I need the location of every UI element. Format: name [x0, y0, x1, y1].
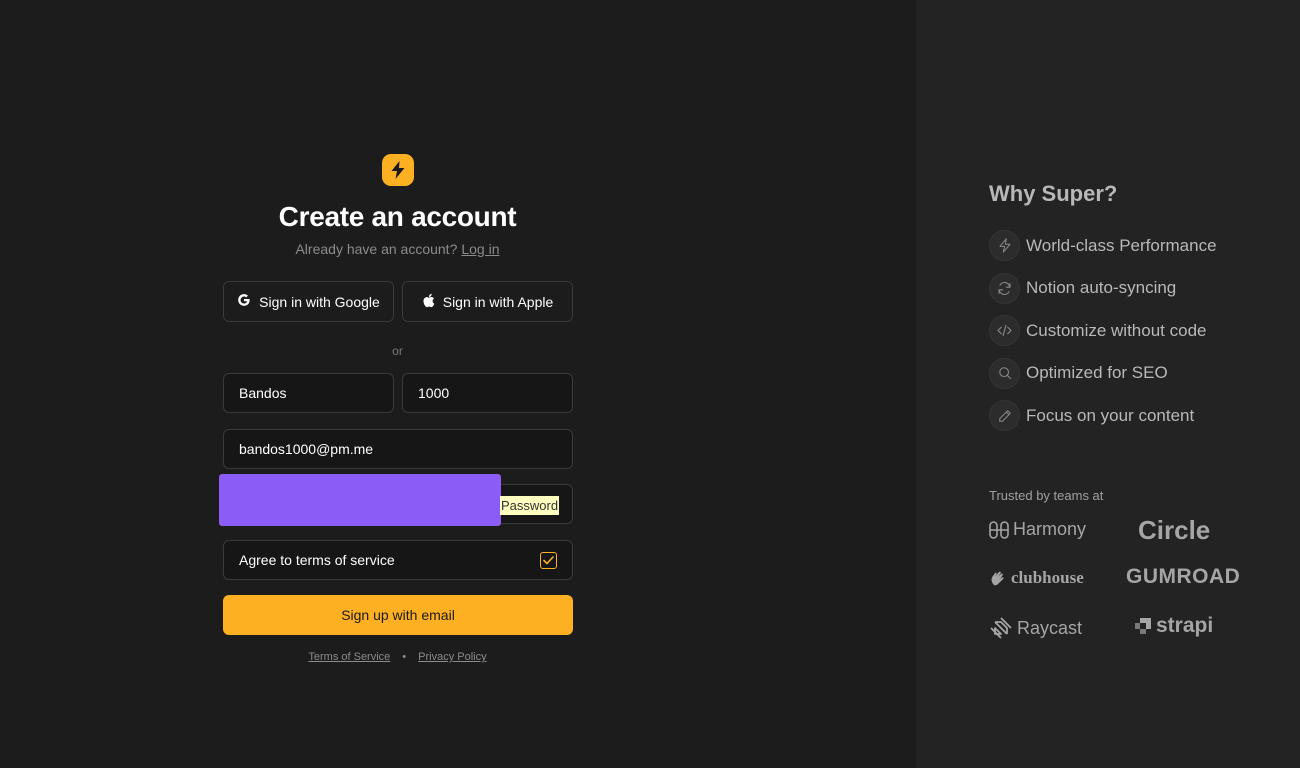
privacy-policy-link[interactable]: Privacy Policy [418, 651, 486, 663]
apple-button-label: Sign in with Apple [442, 293, 554, 310]
raycast-logo: Raycast [989, 616, 1082, 640]
super-logo-icon [382, 154, 414, 186]
footer-links: Terms of Service • Privacy Policy [0, 651, 795, 663]
login-prompt-text: Already have an account? [295, 241, 458, 257]
feature-list: World-class Performance Notion auto-sync… [989, 230, 1217, 443]
google-icon [237, 293, 251, 310]
highlight-overlay [219, 474, 501, 526]
google-button-label: Sign in with Google [259, 293, 380, 310]
feature-label: Optimized for SEO [1026, 363, 1168, 382]
raycast-wordmark: Raycast [1017, 617, 1083, 638]
terms-label: Agree to terms of service [239, 552, 395, 568]
clubhouse-logo: clubhouse [989, 568, 1084, 588]
feature-label: Customize without code [1026, 320, 1207, 340]
feature-item: Customize without code [989, 315, 1217, 346]
first-name-value: Bandos [239, 385, 287, 401]
search-icon [989, 357, 1020, 389]
waving-hand-icon [991, 571, 1004, 585]
apple-icon [422, 293, 435, 311]
trusted-by-label: Trusted by teams at [989, 488, 1104, 503]
strapi-icon [1135, 618, 1151, 634]
sync-icon [989, 272, 1020, 304]
terms-checkbox[interactable] [540, 551, 557, 569]
terms-of-service-link[interactable]: Terms of Service [308, 651, 390, 663]
feature-item: Focus on your content [989, 400, 1217, 431]
feature-item: Optimized for SEO [989, 357, 1217, 389]
or-divider: or [392, 344, 403, 358]
footer-separator: • [402, 651, 407, 663]
login-prompt: Already have an account? Log in [0, 241, 795, 257]
feature-label: Notion auto-syncing [1026, 278, 1177, 297]
code-icon [989, 315, 1020, 346]
signup-email-button[interactable]: Sign up with email [223, 595, 573, 635]
login-link[interactable]: Log in [461, 241, 499, 257]
feature-label: Focus on your content [1026, 405, 1195, 425]
strapi-wordmark: strapi [1156, 614, 1214, 637]
gumroad-wordmark: GUMROAD [1126, 565, 1241, 588]
page-title: Create an account [278, 201, 517, 232]
circle-wordmark: Circle [1138, 515, 1211, 545]
pencil-icon [989, 400, 1020, 431]
email-value: bandos1000@pm.me [239, 441, 374, 457]
terms-row[interactable]: Agree to terms of service [223, 540, 573, 580]
feature-item: World-class Performance [989, 230, 1217, 261]
feature-item: Notion auto-syncing [989, 272, 1217, 304]
harmony-wordmark: Harmony [1013, 519, 1087, 539]
harmony-icon [989, 520, 1009, 539]
google-signin-button[interactable]: Sign in with Google [223, 281, 394, 322]
email-input[interactable]: bandos1000@pm.me [223, 429, 573, 469]
strapi-logo: strapi [1134, 614, 1213, 638]
first-name-input[interactable]: Bandos [223, 373, 394, 413]
last-name-value: 1000 [418, 385, 450, 401]
clubhouse-wordmark: clubhouse [1011, 568, 1084, 587]
harmony-logo: Harmony [989, 519, 1086, 540]
feature-label: World-class Performance [1026, 235, 1217, 255]
gumroad-logo: GUMROAD [1126, 565, 1240, 589]
why-super-title: Why Super? [989, 181, 1118, 206]
checkmark-icon [543, 555, 554, 564]
lightning-icon [989, 230, 1020, 261]
password-label: Password [500, 496, 560, 515]
apple-signin-button[interactable]: Sign in with Apple [402, 281, 573, 322]
circle-logo: Circle [1138, 515, 1210, 546]
raycast-icon [990, 617, 1012, 639]
last-name-input[interactable]: 1000 [402, 373, 573, 413]
